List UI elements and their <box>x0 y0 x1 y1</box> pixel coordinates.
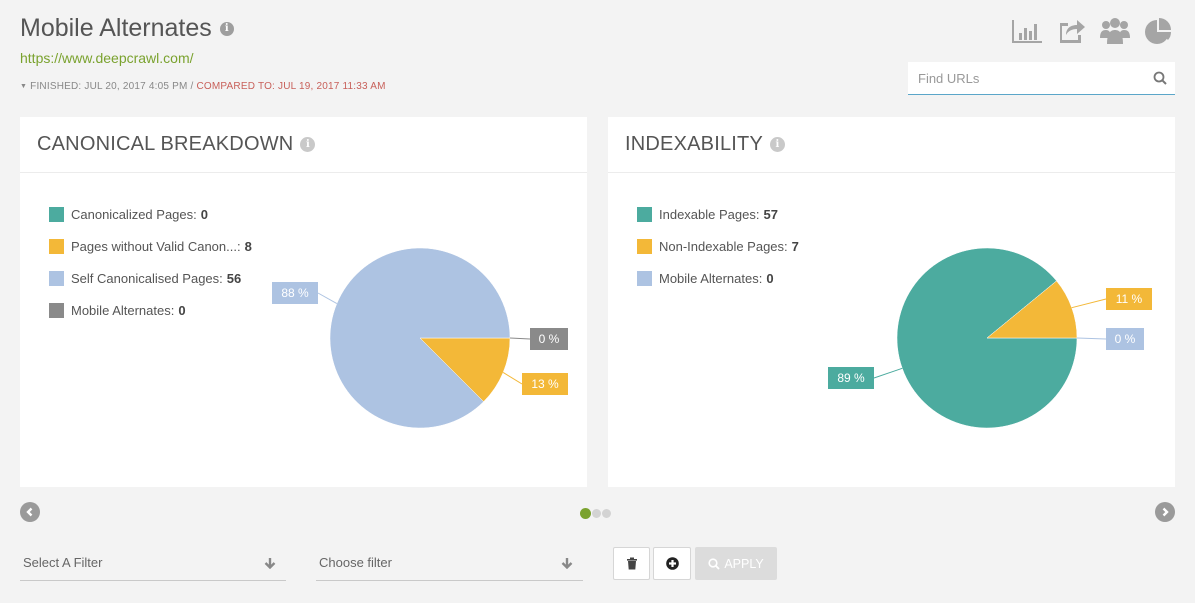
site-url-link[interactable]: https://www.deepcrawl.com/ <box>20 50 194 66</box>
pie-data-label: 0 % <box>1115 332 1136 346</box>
legend-item[interactable]: Mobile Alternates: 0 <box>49 294 252 326</box>
compared-date[interactable]: COMPARED TO: JUL 19, 2017 11:33 AM <box>197 81 386 92</box>
select-filter-dropdown[interactable]: Select A Filter <box>20 545 286 581</box>
indexability-panel: INDEXABILITY i 89 % 11 % 0 % Indexable Pag… <box>608 117 1175 487</box>
legend-label: Mobile Alternates: <box>71 302 175 318</box>
legend-label: Pages without Valid Canon...: <box>71 238 241 254</box>
carousel-dot-1[interactable] <box>580 508 591 519</box>
legend-item[interactable]: Non-Indexable Pages: 7 <box>637 230 799 262</box>
legend-value: 7 <box>791 238 799 254</box>
chart-legend: Indexable Pages: 57 Non-Indexable Pages:… <box>637 198 799 294</box>
legend-swatch <box>637 270 652 286</box>
pie-data-label: 13 % <box>531 377 559 391</box>
arrow-down-icon <box>561 557 573 569</box>
canonical-breakdown-panel: CANONICAL BREAKDOWN i 13 % 88 % 0 % Canoni… <box>20 117 587 487</box>
search-icon <box>708 557 720 570</box>
search-icon[interactable] <box>1145 71 1175 85</box>
find-urls-search <box>908 62 1175 95</box>
chevron-right-icon <box>1162 507 1169 517</box>
pie-data-label: 11 % <box>1116 292 1143 306</box>
carousel-dot-2[interactable] <box>592 509 601 518</box>
legend-item[interactable]: Canonicalized Pages: 0 <box>49 198 252 230</box>
delete-filter-button[interactable] <box>613 547 650 580</box>
pie-slice-self-canonicalised-pages[interactable] <box>329 247 511 429</box>
trash-icon <box>626 557 637 570</box>
legend-item[interactable]: Pages without Valid Canon...: 8 <box>49 230 252 262</box>
pie-label-connector <box>873 367 903 379</box>
info-icon[interactable]: i <box>219 21 234 36</box>
legend-swatch <box>49 302 64 318</box>
carousel-next-button[interactable] <box>1155 502 1175 522</box>
legend-label: Canonicalized Pages: <box>71 206 197 222</box>
users-icon[interactable] <box>1099 16 1131 46</box>
pie-chart-icon[interactable] <box>1143 16 1175 46</box>
page-title: Mobile Alternates i <box>20 14 234 43</box>
pie-label-connector <box>317 292 338 304</box>
legend-value: 0 <box>200 206 208 222</box>
legend-label: Self Canonicalised Pages: <box>71 270 223 286</box>
share-icon[interactable] <box>1055 16 1087 46</box>
find-urls-input[interactable] <box>908 70 1145 86</box>
legend-swatch <box>637 206 652 222</box>
legend-item[interactable]: Indexable Pages: 57 <box>637 198 799 230</box>
apply-button[interactable]: APPLY <box>695 547 777 580</box>
legend-value: 0 <box>766 270 774 286</box>
finished-date: FINISHED: JUL 20, 2017 4:05 PM <box>30 81 188 92</box>
indexability-pie-chart: 89 % 11 % 0 % <box>828 247 1152 429</box>
meta-separator: / <box>190 81 194 92</box>
add-filter-button[interactable] <box>653 547 691 580</box>
legend-swatch <box>49 238 64 254</box>
pie-label-connector <box>1071 298 1107 309</box>
legend-label: Indexable Pages: <box>659 206 760 222</box>
legend-value: 56 <box>226 270 242 286</box>
crawl-meta: ▼ FINISHED: JUL 20, 2017 4:05 PM / COMPA… <box>20 81 386 92</box>
legend-value: 0 <box>178 302 186 318</box>
chevron-left-icon <box>26 507 33 517</box>
toolbar <box>1011 16 1175 46</box>
plus-circle-icon <box>665 557 679 570</box>
legend-swatch <box>637 238 652 254</box>
choose-filter-value: Choose filter <box>319 555 392 570</box>
pie-data-label: 88 % <box>281 286 309 300</box>
legend-value: 8 <box>244 238 252 254</box>
arrow-down-icon <box>264 557 276 569</box>
carousel-dots <box>580 508 612 519</box>
caret-down-icon[interactable]: ▼ <box>20 83 27 90</box>
pie-label-connector <box>509 337 531 340</box>
legend-label: Mobile Alternates: <box>659 270 763 286</box>
legend-value: 57 <box>763 206 778 222</box>
pie-label-connector <box>1076 337 1107 340</box>
legend-item[interactable]: Mobile Alternates: 0 <box>637 262 799 294</box>
choose-filter-dropdown[interactable]: Choose filter <box>316 545 583 581</box>
carousel-prev-button[interactable] <box>20 502 40 522</box>
pie-data-label: 89 % <box>837 371 865 385</box>
legend-item[interactable]: Self Canonicalised Pages: 56 <box>49 262 252 294</box>
legend-label: Non-Indexable Pages: <box>659 238 788 254</box>
pie-label-connector <box>502 372 523 385</box>
legend-swatch <box>49 206 64 222</box>
select-filter-value: Select A Filter <box>23 555 103 570</box>
pie-data-label: 0 % <box>539 332 560 346</box>
bar-chart-icon[interactable] <box>1011 16 1043 46</box>
chart-legend: Canonicalized Pages: 0 Pages without Val… <box>49 198 252 326</box>
carousel-dot-3[interactable] <box>602 509 611 518</box>
apply-label: APPLY <box>724 556 764 571</box>
legend-swatch <box>49 270 64 286</box>
page-title-text: Mobile Alternates <box>20 14 212 42</box>
